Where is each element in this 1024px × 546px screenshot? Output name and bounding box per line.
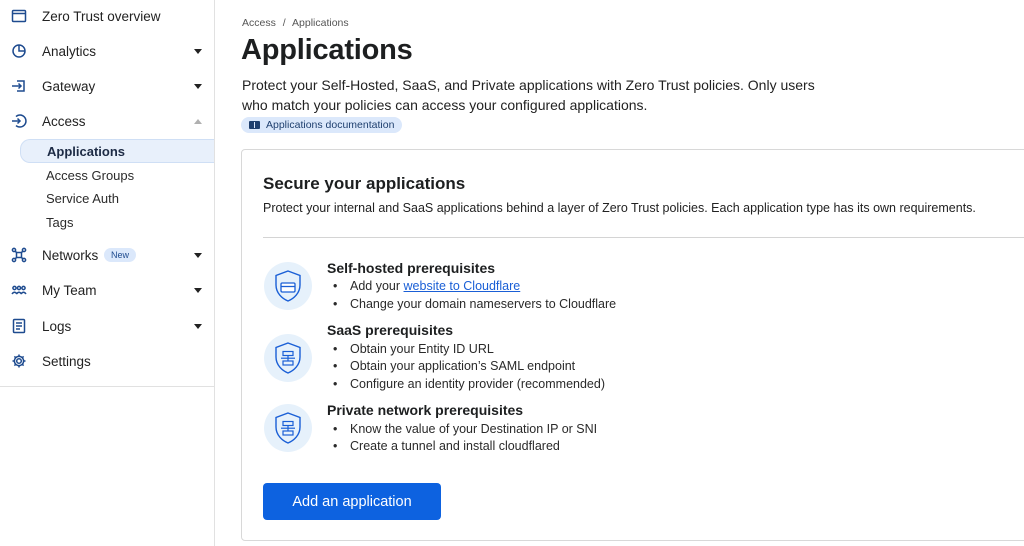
chevron-up-icon[interactable] [193,116,203,126]
card-title: Secure your applications [263,174,466,193]
bullet-text: Add your [350,279,404,293]
list-item: Obtain your application’s SAML endpoint [333,359,575,373]
breadcrumb-current: Applications [292,17,349,29]
list-item: Configure an identity provider (recommen… [333,377,605,391]
chevron-down-icon[interactable] [193,250,203,260]
card-subtitle: Protect your internal and SaaS applicati… [263,201,976,215]
sidebar-item-logs[interactable]: Logs [0,312,214,340]
new-badge: New [104,248,137,262]
chevron-down-icon[interactable] [193,81,203,91]
pie-chart-icon [11,43,27,59]
sidebar-subitem-label: Tags [46,214,74,230]
list-item: Create a tunnel and install cloudflared [333,439,560,453]
chevron-down-icon[interactable] [193,285,203,295]
sidebar-item-label: Settings [42,353,91,369]
sidebar-item-gateway[interactable]: Gateway [0,72,214,100]
page-title: Applications [241,34,413,66]
breadcrumb: Access / Applications [242,17,353,29]
bullet-text: Obtain your Entity ID URL [350,342,494,356]
sidebar-subitem-label: Applications [47,143,126,159]
list-item: Know the value of your Destination IP or… [333,422,597,436]
secure-applications-card: Secure your applications Protect your in… [241,149,1024,541]
team-icon [11,282,27,298]
logs-icon [11,318,27,334]
sidebar-item-analytics[interactable]: Analytics [0,37,214,65]
sidebar-subitem-label: Service Auth [46,190,119,206]
sidebar-subitem-access-groups[interactable]: Access Groups [20,163,214,187]
sidebar-item-label: My Team [42,282,97,298]
sidebar: Zero Trust overview Analytics Gateway Ac… [0,0,215,546]
card-divider [263,237,1024,238]
bullet-text: Configure an identity provider (recommen… [350,377,605,391]
bullet-text: Obtain your application’s SAML endpoint [350,359,576,373]
applications-documentation-link[interactable]: Applications documentation [241,117,403,133]
sidebar-item-label: Analytics [42,43,97,59]
sidebar-item-label: Gateway [42,78,96,94]
chevron-down-icon[interactable] [193,321,203,331]
chevron-down-icon[interactable] [193,46,203,56]
list-item: Add your website to Cloudflare [333,279,520,293]
private-network-shield-icon [264,404,312,452]
sidebar-item-zero-trust-overview[interactable]: Zero Trust overview [0,2,214,30]
book-icon [249,121,260,129]
sidebar-subitem-applications[interactable]: Applications [20,139,214,163]
self-hosted-shield-icon [264,262,312,310]
self-hosted-title: Self-hosted prerequisites [327,260,496,276]
sidebar-item-label: Access [42,113,86,129]
gear-icon [11,353,27,369]
sidebar-subitem-label: Access Groups [46,167,135,183]
sidebar-item-settings[interactable]: Settings [0,347,214,375]
breadcrumb-parent[interactable]: Access [242,17,276,29]
bullet-text: Change your domain nameservers to Cloudf… [350,297,617,311]
breadcrumb-separator: / [282,17,286,29]
sidebar-item-label: Logs [42,318,72,334]
list-item: Obtain your Entity ID URL [333,342,494,356]
sidebar-subitem-tags[interactable]: Tags [20,210,214,234]
sidebar-subitem-service-auth[interactable]: Service Auth [20,186,214,210]
list-item: Change your domain nameservers to Cloudf… [333,297,616,311]
saas-title: SaaS prerequisites [327,322,454,338]
sidebar-item-label: Networks [42,247,99,263]
website-to-cloudflare-link[interactable]: website to Cloudflare [404,279,521,293]
private-network-title: Private network prerequisites [327,402,524,418]
bullet-text: Create a tunnel and install cloudflared [350,439,560,453]
bullet-text: Know the value of your Destination IP or… [350,422,598,436]
browser-window-icon [11,8,27,24]
sidebar-item-access[interactable]: Access [0,107,214,135]
add-application-button[interactable]: Add an application [263,483,441,520]
sidebar-item-my-team[interactable]: My Team [0,276,214,304]
sidebar-divider [0,386,214,387]
page-description: Protect your Self-Hosted, SaaS, and Priv… [242,77,815,113]
sidebar-item-label: Zero Trust overview [42,8,161,24]
saas-shield-icon [264,334,312,382]
sidebar-item-networks[interactable]: Networks New [0,241,214,269]
doc-link-label: Applications documentation [266,119,395,131]
access-icon [11,113,27,129]
gateway-icon [11,78,27,94]
network-icon [11,247,27,263]
